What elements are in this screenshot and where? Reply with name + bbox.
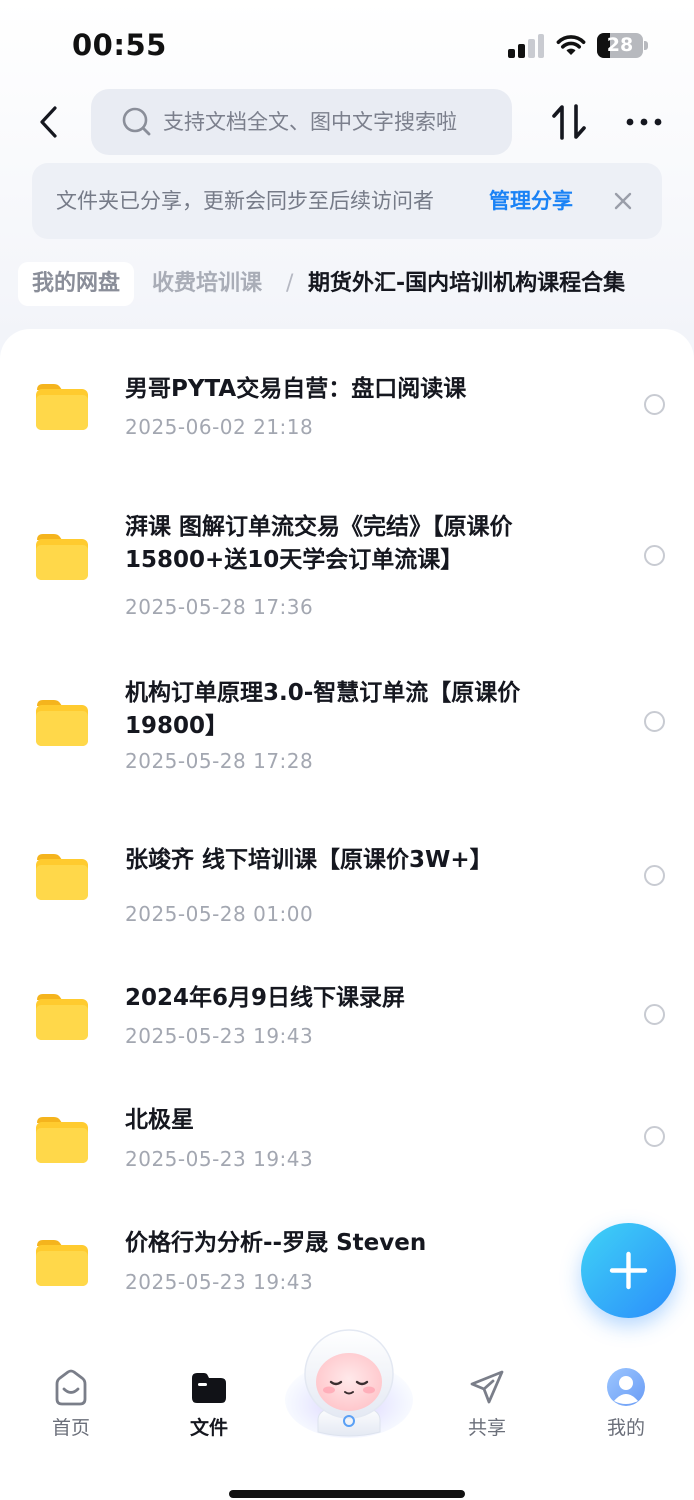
breadcrumb-item-my-drive[interactable]: 我的网盘 — [18, 262, 135, 306]
list-item[interactable]: 2024年6月9日线下课录屏 2025-05-23 19:43 — [0, 959, 694, 1069]
status-time: 00:55 — [72, 28, 167, 62]
search-bar[interactable] — [91, 89, 512, 155]
battery-icon: 28 — [597, 33, 649, 58]
breadcrumb-item-paid-courses[interactable]: 收费培训课 — [152, 262, 262, 306]
back-button[interactable] — [30, 100, 70, 144]
folder-icon — [36, 1117, 88, 1163]
status-bar: 00:55 28 — [0, 0, 694, 92]
file-date: 2025-05-28 01:00 — [125, 902, 314, 926]
sort-icon[interactable] — [549, 102, 589, 142]
search-icon — [122, 107, 151, 136]
home-indicator — [229, 1490, 465, 1498]
tab-home[interactable]: 首页 — [21, 1363, 121, 1443]
share-notice-text: 文件夹已分享，更新会同步至后续访问者 — [56, 189, 434, 213]
folder-icon — [36, 994, 88, 1040]
battery-level-text: 28 — [606, 34, 634, 56]
cellular-signal-icon — [508, 34, 544, 58]
select-radio[interactable] — [644, 865, 665, 886]
file-date: 2025-05-23 19:43 — [125, 1147, 314, 1171]
tab-share[interactable]: 共享 — [437, 1363, 537, 1443]
breadcrumb-item-current: 期货外汇-国内培训机构课程合集 — [308, 271, 626, 296]
folder-icon — [36, 1240, 88, 1286]
list-item[interactable]: 湃课 图解订单流交易《完结》【原课价15800+送10天学会订单流课】 2025… — [0, 489, 694, 639]
breadcrumb: 收费培训课 我的网盘 / 期货外汇-国内培训机构课程合集 — [0, 258, 694, 310]
home-icon — [55, 1369, 87, 1406]
tab-label: 我的 — [606, 1417, 645, 1439]
tab-files[interactable]: 文件 — [159, 1363, 259, 1443]
list-item[interactable]: 男哥PYTA交易自营：盘口阅读课 2025-06-02 21:18 — [0, 329, 694, 469]
file-name: 湃课 图解订单流交易《完结》【原课价15800+送10天学会订单流课】 — [125, 514, 513, 573]
avatar-icon — [607, 1368, 645, 1406]
list-item[interactable]: 机构订单原理3.0-智慧订单流【原课价19800】 2025-05-28 17:… — [0, 659, 694, 789]
more-options-icon[interactable] — [624, 114, 664, 130]
file-name: 张竣齐 线下培训课【原课价3W+】 — [125, 847, 493, 873]
search-input[interactable] — [163, 89, 503, 155]
select-radio[interactable] — [644, 545, 665, 566]
file-date: 2025-05-28 17:28 — [125, 749, 314, 773]
file-name: 男哥PYTA交易自营：盘口阅读课 — [125, 376, 467, 402]
list-item[interactable]: 北极星 2025-05-23 19:43 — [0, 1084, 694, 1194]
folder-icon — [192, 1373, 226, 1403]
close-icon[interactable] — [610, 188, 636, 214]
add-button[interactable] — [581, 1223, 676, 1318]
list-item[interactable]: 张竣齐 线下培训课【原课价3W+】 2025-05-28 01:00 — [0, 809, 694, 939]
select-radio[interactable] — [644, 711, 665, 732]
folder-icon — [36, 384, 88, 430]
tab-label: 文件 — [189, 1417, 228, 1439]
file-date: 2025-05-23 19:43 — [125, 1270, 314, 1294]
manage-share-link[interactable]: 管理分享 — [489, 163, 573, 239]
breadcrumb-separator: / — [286, 271, 294, 296]
tab-label: 共享 — [467, 1417, 506, 1439]
tab-label: 首页 — [51, 1417, 90, 1439]
select-radio[interactable] — [644, 1004, 665, 1025]
wifi-icon — [556, 35, 586, 55]
select-radio[interactable] — [644, 1126, 665, 1147]
assistant-mascot-button[interactable] — [284, 1328, 414, 1440]
file-date: 2025-05-23 19:43 — [125, 1024, 314, 1048]
file-name: 2024年6月9日线下课录屏 — [125, 985, 406, 1011]
file-date: 2025-05-28 17:36 — [125, 595, 314, 619]
folder-icon — [36, 854, 88, 900]
tab-me[interactable]: 我的 — [576, 1363, 676, 1443]
folder-icon — [36, 534, 88, 580]
file-date: 2025-06-02 21:18 — [125, 415, 314, 439]
plus-icon — [609, 1251, 648, 1290]
file-list: 男哥PYTA交易自营：盘口阅读课 2025-06-02 21:18 湃课 图解订… — [0, 329, 694, 1349]
file-name: 价格行为分析--罗晟 Steven — [125, 1230, 427, 1256]
folder-icon — [36, 700, 88, 746]
file-name: 北极星 — [125, 1107, 194, 1133]
select-radio[interactable] — [644, 394, 665, 415]
send-icon — [470, 1370, 504, 1404]
share-notice-banner: 文件夹已分享，更新会同步至后续访问者 管理分享 — [32, 163, 662, 239]
file-name: 机构订单原理3.0-智慧订单流【原课价19800】 — [125, 680, 521, 739]
